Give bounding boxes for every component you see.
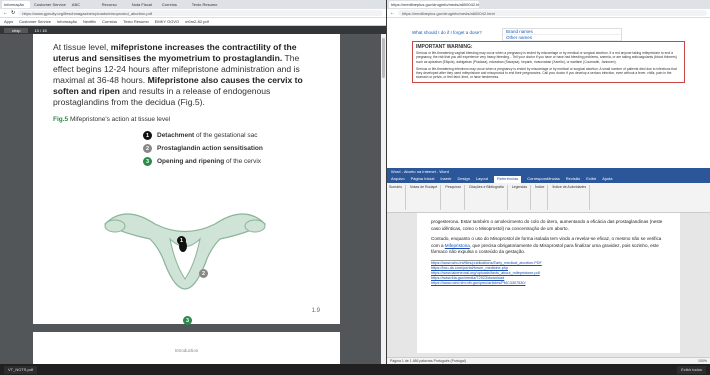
ribbon-group[interactable]: Pesquisar <box>445 185 465 210</box>
legend-item: 1 Detachment of the gestational sac <box>143 129 320 142</box>
uterus-illustration <box>103 213 267 290</box>
ribbon-tab[interactable]: Revisão <box>566 176 580 183</box>
figure-title: Fig.5 Mifepristone's action at tissue le… <box>53 116 171 123</box>
tab-bar: Informação Customer Service ABC Recurso … <box>0 0 386 9</box>
ribbon-tab[interactable]: Design <box>457 176 469 183</box>
scrollbar[interactable] <box>381 34 386 364</box>
pdf-toolbar: chsp 13 / 15 <box>0 26 386 34</box>
warning-paragraph: Serious or life-threatening infections m… <box>416 66 677 80</box>
ribbon-tab[interactable]: Correspondências <box>527 176 559 183</box>
browser-tab[interactable]: Texto Resumo <box>189 1 220 8</box>
legend-item: 3 Opening and ripening of the cervix <box>143 155 320 168</box>
doc-paragraph: Contudo, enquanto o uso do Misoprostol d… <box>431 236 662 254</box>
reload-icon[interactable]: ↻ <box>11 10 15 16</box>
url-input[interactable]: https://www.gynuity.org/fleschmagazine/u… <box>18 10 383 16</box>
ribbon-group[interactable]: Notas de Rodapé <box>410 185 442 210</box>
ribbon-tab[interactable]: Arquivo <box>391 176 405 183</box>
bookmark-item[interactable]: EMKY OGVO <box>155 19 179 24</box>
footnote-link[interactable]: https://www.fda.gov/media/72923/download <box>431 276 504 280</box>
ribbon-group[interactable]: Legendas <box>512 185 532 210</box>
ribbon-group[interactable]: Índice <box>535 185 549 210</box>
number-badge: 1 <box>143 131 152 140</box>
bookmarks-bar: Apps Customer Service Informação Nextfli… <box>0 18 386 26</box>
document-page[interactable]: progesterona. Estar também o amoleciment… <box>417 213 680 353</box>
browser-window-right: https://medlineplus.gov/druginfo/meds/a6… <box>387 0 710 364</box>
word-status-bar: Página 1 de 1 486 palavras Português (Po… <box>387 357 710 364</box>
ribbon-tab[interactable]: Layout <box>476 176 488 183</box>
doc-link[interactable]: Mifepristona <box>445 243 470 248</box>
legend-item: 2 Prostaglandin action sensitisation <box>143 142 320 155</box>
number-badge: 3 <box>143 157 152 166</box>
download-item[interactable]: VT_NOTS.pdf <box>4 365 38 374</box>
ribbon-tab-active[interactable]: Referências <box>493 176 522 183</box>
browser-tab[interactable]: Informação <box>2 1 30 8</box>
marker-3: 3 <box>183 316 192 325</box>
tab-bar: https://medlineplus.gov/druginfo/meds/a6… <box>387 0 710 9</box>
footnote-link[interactable]: https://bcu-ds.com/portal/forum_medicine… <box>431 266 508 270</box>
ribbon-tab[interactable]: Inserir <box>440 176 451 183</box>
forget-dose-link[interactable]: What should I do if I forget a dose? <box>412 30 685 35</box>
doc-paragraph: progesterona. Estar também o amoleciment… <box>431 219 663 231</box>
pdf-page: At tissue level, mifepristone increases … <box>33 34 340 325</box>
ribbon-tab[interactable]: Página Inicial <box>411 176 435 183</box>
address-bar: ← https://medlineplus.gov/druginfo/meds/… <box>387 9 710 18</box>
word-title: Word - Aborto na Internet - Word <box>387 168 710 176</box>
pdf-search-field[interactable]: chsp <box>4 27 29 33</box>
ribbon-tabs: Arquivo Página Inicial Inserir Design La… <box>387 176 710 183</box>
browser-tab[interactable]: Nota Fiscal <box>129 1 158 8</box>
bookmark-item[interactable]: Texto Resumo <box>123 19 149 24</box>
ribbon-tab[interactable]: Exibir <box>586 176 596 183</box>
marker-2: 2 <box>199 269 208 278</box>
ribbon: Sumário Notas de Rodapé Pesquisar Citaçõ… <box>387 183 710 213</box>
warning-paragraph: Serious or life-threatening vaginal blee… <box>416 51 677 64</box>
browser-window-left: Informação Customer Service ABC Recurso … <box>0 0 386 364</box>
address-bar: ← ↻ https://www.gynuity.org/fleschmagazi… <box>0 9 386 18</box>
marker-1: 1 <box>177 236 186 245</box>
footnote-link[interactable]: https://www.who.int/files/publications/E… <box>431 261 542 265</box>
web-content: Brand names Other names What should I do… <box>387 26 710 156</box>
browser-tab[interactable]: Customer Service <box>32 1 68 8</box>
ribbon-group[interactable]: Índice de Autoridades <box>552 185 591 210</box>
footnote-link[interactable]: https://www.lakeneural.org/uploads/facts… <box>431 271 540 275</box>
warning-title: IMPORTANT WARNING: <box>416 44 473 50</box>
browser-tab[interactable]: ABC <box>69 1 98 8</box>
word-window: Word - Aborto na Internet - Word Arquivo… <box>387 168 710 364</box>
footnote-link[interactable]: https://www.ncbi.nlm.nih.gov/pmc/article… <box>431 281 526 285</box>
bookmark-item[interactable]: Informação <box>57 19 77 24</box>
number-badge: 2 <box>143 144 152 153</box>
bookmark-item[interactable]: Nextflix <box>83 19 96 24</box>
browser-tab[interactable]: https://medlineplus.gov/druginfo/meds/a6… <box>389 1 479 8</box>
back-icon[interactable]: ← <box>390 10 395 16</box>
zoom-level[interactable]: 100% <box>698 359 707 363</box>
taskbar: VT_NOTS.pdf Exibir todos <box>0 364 710 375</box>
page-number: 1.9 <box>311 308 320 314</box>
warning-box: IMPORTANT WARNING: Serious or life-threa… <box>412 41 685 84</box>
browser-tab[interactable]: Recurso <box>99 1 128 8</box>
url-input[interactable]: https://medlineplus.gov/druginfo/meds/a6… <box>398 10 707 16</box>
ribbon-group[interactable]: Citações e Bibliografia <box>469 185 508 210</box>
ribbon-group[interactable]: Sumário <box>389 185 407 210</box>
page-heading: At tissue level, mifepristone increases … <box>53 42 303 107</box>
bookmark-item[interactable]: m0m2-82.pdf <box>185 19 209 24</box>
pdf-page-indicator: 13 / 15 <box>34 27 47 33</box>
next-pdf-page: Introduction <box>33 332 340 364</box>
back-icon[interactable]: ← <box>3 10 8 16</box>
ribbon-tab[interactable]: Ajuda <box>602 176 612 183</box>
figure-legend: 1 Detachment of the gestational sac 2 Pros… <box>143 129 320 168</box>
browser-tab[interactable]: Correios <box>159 1 188 8</box>
bookmark-item[interactable]: Customer Service <box>19 19 51 24</box>
bookmark-item[interactable]: Correios <box>102 19 117 24</box>
show-all-button[interactable]: Exibir todos <box>677 365 706 374</box>
bookmark-item[interactable]: Apps <box>4 19 13 24</box>
